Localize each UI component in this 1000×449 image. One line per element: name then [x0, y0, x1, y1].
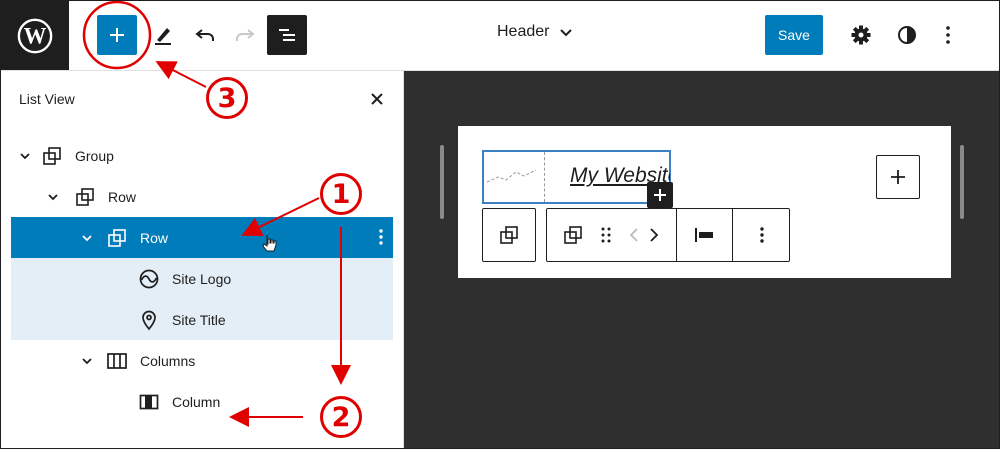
- annotation-marker-1: 1: [320, 173, 362, 215]
- app-frame: W Header Save List View Group Row Row Si…: [0, 0, 1000, 449]
- annotation-marker-2: 2: [320, 396, 362, 438]
- annotation-marker-3: 3: [206, 77, 248, 119]
- annotation-arrows: [82, 1, 351, 427]
